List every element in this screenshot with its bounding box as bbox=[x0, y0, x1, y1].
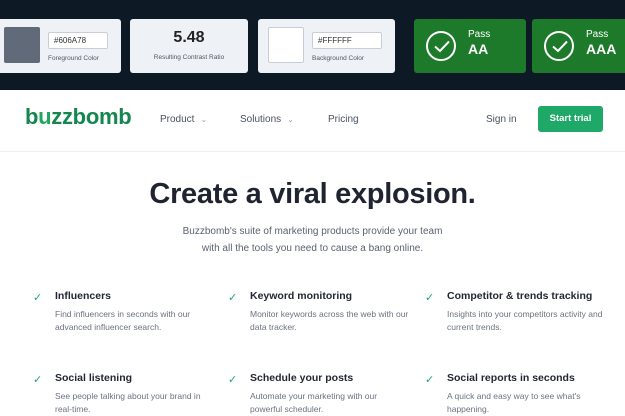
buzzbomb-logo[interactable]: buzzbomb bbox=[25, 104, 132, 130]
feature-title: Competitor & trends tracking bbox=[447, 290, 593, 302]
sign-in-link[interactable]: Sign in bbox=[486, 114, 517, 125]
check-circle-icon bbox=[544, 31, 574, 61]
contrast-ratio-card: 5.48 Resulting Contrast Ratio bbox=[130, 19, 248, 73]
foreground-caption: Foreground Color bbox=[48, 55, 99, 62]
feature-title: Social listening bbox=[55, 372, 133, 384]
feature-title: Influencers bbox=[55, 290, 112, 302]
pass-aa-level: AA bbox=[468, 41, 489, 57]
feature-description: A quick and easy way to see what's happe… bbox=[447, 391, 581, 414]
feature-title: Social reports in seconds bbox=[447, 372, 575, 384]
pass-aaa-badge: Pass AAA bbox=[532, 19, 625, 73]
nav-pricing-link[interactable]: Pricing bbox=[328, 114, 359, 125]
hero-title: Create a viral explosion. bbox=[149, 178, 476, 210]
background-hex-input[interactable]: #FFFFFF bbox=[312, 32, 382, 49]
nav-product-menu[interactable]: Product ⌄ bbox=[160, 114, 207, 125]
contrast-ratio-value: 5.48 bbox=[173, 29, 205, 46]
pass-aaa-level: AAA bbox=[586, 41, 617, 57]
contrast-checker-bar: #606A78 Foreground Color 5.48 Resulting … bbox=[0, 0, 625, 90]
nav-solutions-menu[interactable]: Solutions ⌄ bbox=[240, 114, 294, 125]
check-circle-icon bbox=[426, 31, 456, 61]
start-trial-button[interactable]: Start trial bbox=[538, 106, 603, 132]
check-icon: ✓ bbox=[33, 292, 43, 304]
foreground-color-swatch[interactable] bbox=[4, 27, 40, 63]
pass-aa-label: Pass bbox=[468, 29, 491, 40]
contrast-ratio-caption: Resulting Contrast Ratio bbox=[153, 54, 225, 61]
feature-description: Monitor keywords across the web with our… bbox=[250, 309, 409, 332]
feature-description: Insights into your competitors activity … bbox=[447, 309, 603, 332]
chevron-down-icon: ⌄ bbox=[287, 115, 294, 124]
pass-aaa-label: Pass bbox=[586, 29, 609, 40]
feature-description: See people talking about your brand in r… bbox=[55, 391, 201, 414]
check-icon: ✓ bbox=[33, 374, 43, 386]
chevron-down-icon: ⌄ bbox=[200, 115, 208, 124]
check-icon: ✓ bbox=[228, 374, 238, 386]
pass-aa-badge: Pass AA bbox=[414, 19, 526, 73]
check-icon: ✓ bbox=[425, 374, 435, 386]
hero-subtitle-line1: Buzzbomb's suite of marketing products p… bbox=[182, 226, 443, 237]
background-color-card: #FFFFFF Background Color bbox=[258, 19, 395, 73]
foreground-color-card: #606A78 Foreground Color bbox=[0, 19, 121, 73]
site-navbar: buzzbomb Product ⌄ Solutions ⌄ Pricing Sig… bbox=[0, 90, 625, 152]
background-color-swatch[interactable] bbox=[268, 27, 304, 63]
check-icon: ✓ bbox=[425, 292, 435, 304]
feature-description: Find influencers in seconds with our adv… bbox=[55, 309, 191, 332]
foreground-hex-input[interactable]: #606A78 bbox=[48, 32, 108, 49]
feature-description: Automate your marketing with our powerfu… bbox=[250, 391, 378, 414]
check-icon: ✓ bbox=[228, 292, 238, 304]
feature-title: Schedule your posts bbox=[250, 372, 354, 384]
feature-title: Keyword monitoring bbox=[250, 290, 353, 302]
hero-subtitle-line2: with all the tools you need to cause a b… bbox=[201, 243, 424, 254]
background-caption: Background Color bbox=[312, 55, 365, 62]
